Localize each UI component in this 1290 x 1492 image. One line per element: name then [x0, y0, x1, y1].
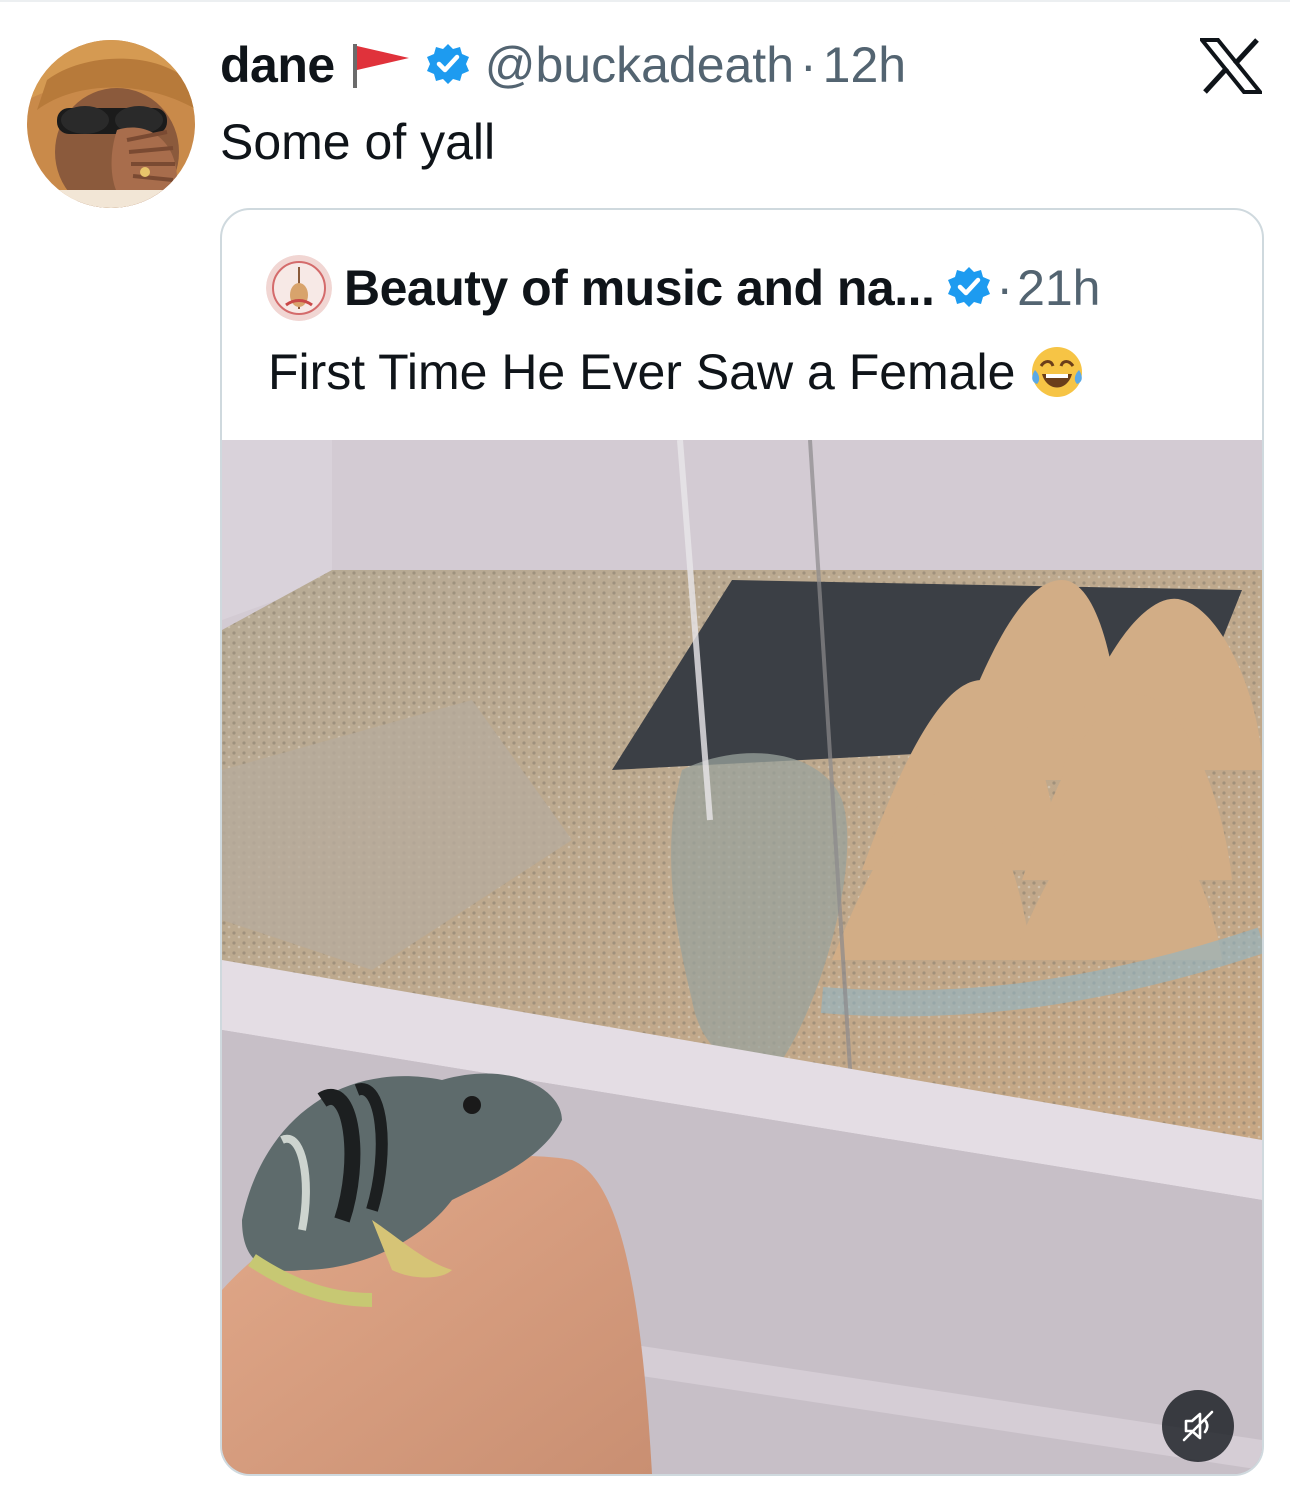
triangular-red-flag-icon	[351, 42, 411, 88]
mute-toggle-button[interactable]	[1162, 1390, 1234, 1462]
header-separator: ·	[800, 37, 817, 93]
quoted-tweet-text: First Time He Ever Saw a Female	[268, 344, 1016, 400]
x-logo-icon[interactable]	[1197, 38, 1265, 94]
author-display-name[interactable]: dane	[220, 36, 335, 94]
verified-badge-icon	[425, 42, 471, 88]
muted-speaker-icon	[1182, 1410, 1214, 1442]
quoted-tweet-timestamp[interactable]: 21h	[1017, 259, 1100, 317]
tweet-header: dane @buckadeath · 12h	[220, 30, 906, 100]
quoted-tweet-text-line: First Time He Ever Saw a Female	[268, 340, 1085, 404]
tweet-text: Some of yall	[220, 114, 496, 170]
quoted-header-separator: ·	[996, 260, 1014, 316]
quoted-tweet-header: Beauty of music and na... · 21h	[266, 255, 1101, 321]
video-media[interactable]	[222, 440, 1262, 1474]
author-handle[interactable]: @buckadeath	[485, 36, 794, 94]
quoted-tweet-card[interactable]: Beauty of music and na... · 21h First Ti…	[220, 208, 1264, 1476]
quoted-author-avatar	[266, 255, 332, 321]
tears-of-joy-emoji-icon	[1029, 344, 1085, 400]
quoted-author-display-name[interactable]: Beauty of music and na...	[344, 259, 935, 317]
verified-badge-icon	[946, 265, 992, 311]
top-divider	[0, 0, 1290, 2]
tweet-timestamp[interactable]: 12h	[823, 36, 906, 94]
author-avatar[interactable]	[27, 40, 195, 208]
